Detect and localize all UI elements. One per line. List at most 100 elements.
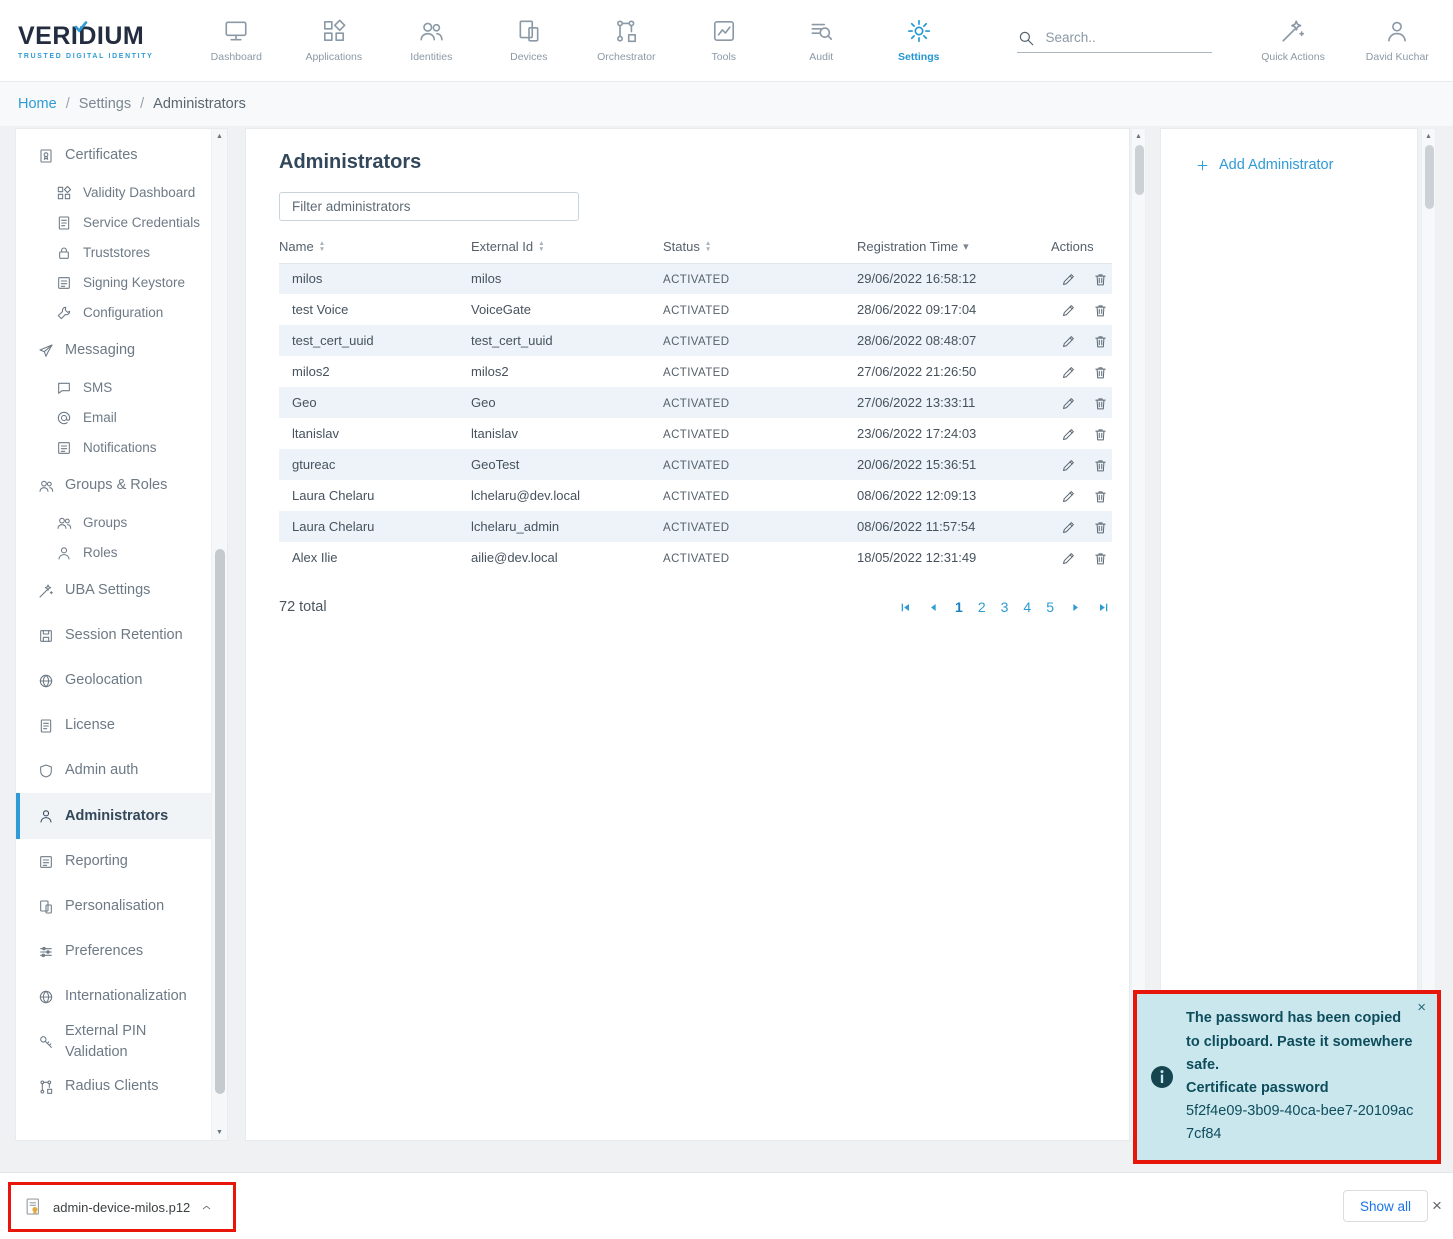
downloaded-file-item[interactable]: admin-device-milos.p12 (8, 1182, 236, 1232)
table-row[interactable]: ltanislav ltanislav ACTIVATED 23/06/2022… (279, 418, 1112, 449)
sidebar-item-signing-keystore[interactable]: Signing Keystore (16, 268, 211, 298)
delete-trash-icon[interactable] (1093, 520, 1108, 535)
nav-tools[interactable]: Tools (675, 18, 772, 63)
page-number-1[interactable]: 1 (955, 599, 963, 615)
table-row[interactable]: gtureac GeoTest ACTIVATED 20/06/2022 15:… (279, 449, 1112, 480)
sort-icon[interactable]: ▲▼ (705, 241, 711, 253)
column-header-registration-time[interactable]: Registration Time▾ (857, 231, 1051, 263)
scroll-up-icon[interactable]: ▲ (212, 133, 227, 140)
sidebar-item-certificates[interactable]: Certificates (16, 133, 211, 178)
sidebar-scrollbar[interactable]: ▲ ▼ (211, 129, 227, 1140)
add-administrator-button[interactable]: Add Administrator (1195, 157, 1333, 173)
sidebar-scrollbar-thumb[interactable] (215, 549, 225, 1094)
sidebar-item-administrators[interactable]: Administrators (16, 793, 211, 839)
search-input[interactable] (1045, 30, 1205, 45)
last-page-icon[interactable] (1097, 601, 1110, 614)
nav-identities[interactable]: Identities (383, 18, 480, 63)
main-scrollbar-thumb[interactable] (1135, 145, 1144, 195)
toast-close-icon[interactable]: × (1417, 999, 1426, 1016)
sidebar-item-external-pin-validation[interactable]: External PIN Validation (16, 1019, 211, 1064)
column-header-status[interactable]: Status▲▼ (663, 231, 857, 263)
sidebar-item-roles[interactable]: Roles (16, 538, 211, 568)
sidebar-item-session-retention[interactable]: Session Retention (16, 613, 211, 658)
previous-page-icon[interactable] (927, 601, 940, 614)
delete-trash-icon[interactable] (1093, 458, 1108, 473)
delete-trash-icon[interactable] (1093, 396, 1108, 411)
nav-applications[interactable]: Applications (285, 18, 382, 63)
sidebar-item-groups[interactable]: Groups (16, 508, 211, 538)
edit-pencil-icon[interactable] (1061, 334, 1076, 349)
table-row[interactable]: Laura Chelaru lchelaru_admin ACTIVATED 0… (279, 511, 1112, 542)
edit-pencil-icon[interactable] (1061, 303, 1076, 318)
delete-trash-icon[interactable] (1093, 551, 1108, 566)
download-bar-close-icon[interactable]: × (1425, 1196, 1449, 1216)
edit-pencil-icon[interactable] (1061, 551, 1076, 566)
table-row[interactable]: Laura Chelaru lchelaru@dev.local ACTIVAT… (279, 480, 1112, 511)
table-row[interactable]: Geo Geo ACTIVATED 27/06/2022 13:33:11 (279, 387, 1112, 418)
table-row[interactable]: milos milos ACTIVATED 29/06/2022 16:58:1… (279, 263, 1112, 294)
sidebar-item-truststores[interactable]: Truststores (16, 238, 211, 268)
breadcrumb-settings-link[interactable]: Settings (79, 96, 131, 112)
sidebar-item-groups-roles[interactable]: Groups & Roles (16, 463, 211, 508)
nav-devices[interactable]: Devices (480, 18, 577, 63)
sort-icon[interactable]: ▲▼ (538, 241, 544, 253)
sidebar-item-notifications[interactable]: Notifications (16, 433, 211, 463)
scroll-up-icon[interactable]: ▲ (1422, 133, 1435, 140)
sidebar-item-messaging[interactable]: Messaging (16, 328, 211, 373)
user-menu[interactable]: David Kuchar (1348, 18, 1447, 63)
breadcrumb-home-link[interactable]: Home (18, 96, 57, 112)
sidebar-item-sms[interactable]: SMS (16, 373, 211, 403)
nav-dashboard[interactable]: Dashboard (188, 18, 285, 63)
nav-orchestrator[interactable]: Orchestrator (578, 18, 675, 63)
sort-icon[interactable]: ▲▼ (319, 241, 325, 253)
show-all-button[interactable]: Show all (1343, 1190, 1428, 1222)
search-icon[interactable] (1017, 29, 1035, 47)
delete-trash-icon[interactable] (1093, 303, 1108, 318)
edit-pencil-icon[interactable] (1061, 489, 1076, 504)
scroll-up-icon[interactable]: ▲ (1132, 133, 1145, 140)
sidebar-item-internationalization[interactable]: Internationalization (16, 974, 211, 1019)
sidebar-item-email[interactable]: Email (16, 403, 211, 433)
page-number-5[interactable]: 5 (1046, 599, 1054, 615)
table-row[interactable]: test_cert_uuid test_cert_uuid ACTIVATED … (279, 325, 1112, 356)
veridium-logo[interactable]: VERIDIUM TRUSTED DIGITAL IDENTITY (0, 22, 188, 60)
sidebar-item-configuration[interactable]: Configuration (16, 298, 211, 328)
first-page-icon[interactable] (899, 601, 912, 614)
nav-settings[interactable]: Settings (870, 18, 967, 63)
next-page-icon[interactable] (1069, 601, 1082, 614)
table-row[interactable]: milos2 milos2 ACTIVATED 27/06/2022 21:26… (279, 356, 1112, 387)
sidebar-item-personalisation[interactable]: Personalisation (16, 884, 211, 929)
column-header-external-id[interactable]: External Id▲▼ (471, 231, 663, 263)
chevron-up-icon[interactable] (200, 1201, 213, 1214)
scroll-down-icon[interactable]: ▼ (212, 1129, 227, 1136)
delete-trash-icon[interactable] (1093, 489, 1108, 504)
sidebar-item-radius-clients[interactable]: Radius Clients (16, 1064, 211, 1109)
sidebar-item-license[interactable]: License (16, 703, 211, 748)
delete-trash-icon[interactable] (1093, 272, 1108, 287)
quick-actions-button[interactable]: Quick Actions (1238, 18, 1347, 63)
sorted-desc-icon[interactable]: ▾ (963, 240, 969, 253)
sidebar-item-geolocation[interactable]: Geolocation (16, 658, 211, 703)
sidebar-item-admin-auth[interactable]: Admin auth (16, 748, 211, 793)
edit-pencil-icon[interactable] (1061, 396, 1076, 411)
right-scrollbar-thumb[interactable] (1425, 145, 1434, 209)
edit-pencil-icon[interactable] (1061, 272, 1076, 287)
delete-trash-icon[interactable] (1093, 427, 1108, 442)
edit-pencil-icon[interactable] (1061, 365, 1076, 380)
sidebar-item-validity-dashboard[interactable]: Validity Dashboard (16, 178, 211, 208)
sidebar-item-preferences[interactable]: Preferences (16, 929, 211, 974)
delete-trash-icon[interactable] (1093, 334, 1108, 349)
delete-trash-icon[interactable] (1093, 365, 1108, 380)
edit-pencil-icon[interactable] (1061, 520, 1076, 535)
edit-pencil-icon[interactable] (1061, 427, 1076, 442)
column-header-name[interactable]: Name▲▼ (279, 231, 471, 263)
edit-pencil-icon[interactable] (1061, 458, 1076, 473)
sidebar-item-reporting[interactable]: Reporting (16, 839, 211, 884)
table-row[interactable]: Alex Ilie ailie@dev.local ACTIVATED 18/0… (279, 542, 1112, 573)
filter-administrators-input[interactable] (279, 192, 579, 221)
sidebar-item-uba-settings[interactable]: UBA Settings (16, 568, 211, 613)
sidebar-item-service-credentials[interactable]: Service Credentials (16, 208, 211, 238)
table-row[interactable]: test Voice VoiceGate ACTIVATED 28/06/202… (279, 294, 1112, 325)
page-number-2[interactable]: 2 (978, 599, 986, 615)
page-number-4[interactable]: 4 (1023, 599, 1031, 615)
